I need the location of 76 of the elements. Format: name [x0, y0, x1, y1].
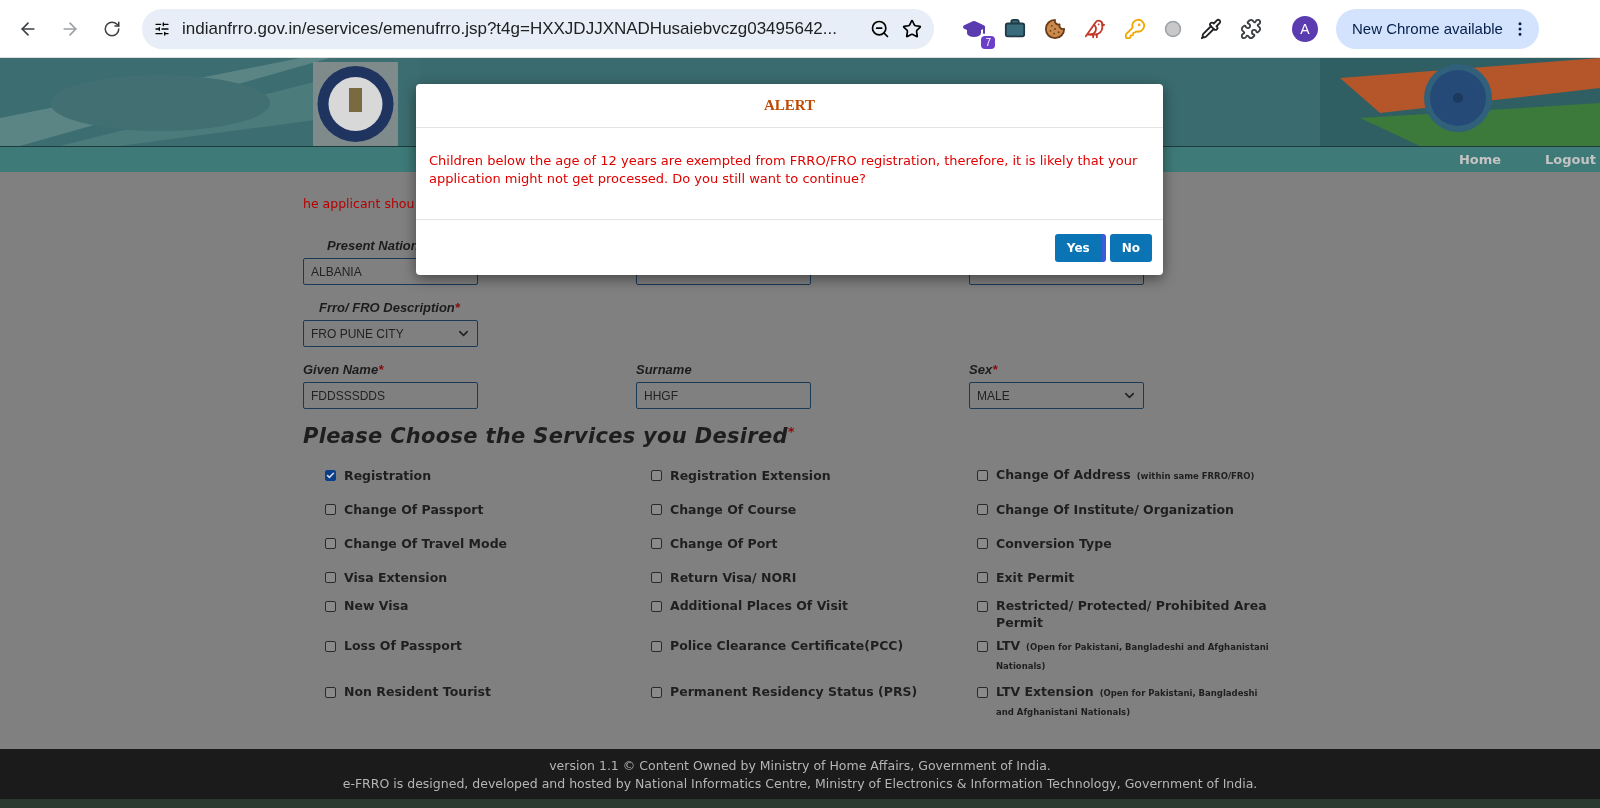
- checkbox[interactable]: [651, 503, 662, 515]
- select-field[interactable]: MALE: [969, 382, 1144, 409]
- checkbox[interactable]: [977, 687, 988, 698]
- dialog-button[interactable]: Yes: [1054, 233, 1106, 262]
- checkbox[interactable]: [651, 537, 662, 549]
- service-label[interactable]: Loss Of Passport: [344, 634, 463, 680]
- service-label[interactable]: Non Resident Tourist: [344, 680, 491, 726]
- checkbox[interactable]: [325, 687, 336, 698]
- cookie-icon[interactable]: [1044, 17, 1066, 40]
- checkbox[interactable]: [325, 469, 336, 481]
- checkbox[interactable]: [651, 571, 662, 583]
- field-label: Sex*: [969, 362, 999, 379]
- update-button[interactable]: New Chrome available: [1336, 8, 1539, 49]
- nav-link[interactable]: Home: [1458, 152, 1502, 167]
- footer-text: version 1.1 © Content Owned by Ministry of Home Affairs, Government of India.: [549, 757, 1051, 773]
- checkbox[interactable]: [977, 537, 988, 549]
- service-label[interactable]: LTV (Open for Pakistani, Bangladeshi and Afghanistani Nationals): [996, 634, 1277, 680]
- dialog-title: ALERT: [763, 97, 816, 114]
- service-label[interactable]: Registration: [344, 458, 432, 492]
- service-label[interactable]: Change Of Course: [670, 492, 797, 526]
- checkbox[interactable]: [325, 571, 336, 583]
- pipette-icon[interactable]: [1200, 17, 1222, 40]
- briefcase-icon[interactable]: [1004, 17, 1026, 40]
- service-label[interactable]: Additional Places Of Visit: [670, 594, 849, 634]
- notice-text: he applicant shou: [303, 196, 416, 212]
- puzzle-icon[interactable]: [1240, 17, 1262, 40]
- service-label[interactable]: Return Visa/ NORI: [670, 560, 797, 594]
- input-field[interactable]: HHGF: [636, 382, 811, 409]
- checkbox[interactable]: [651, 687, 662, 698]
- checkbox[interactable]: [325, 641, 336, 652]
- service-label[interactable]: Restricted/ Protected/ Prohibited Area Permit: [996, 594, 1277, 634]
- service-label[interactable]: Change Of Port: [670, 526, 778, 560]
- checkbox[interactable]: [325, 503, 336, 515]
- service-label[interactable]: Conversion Type: [996, 526, 1112, 560]
- site-settings-icon[interactable]: [154, 20, 170, 37]
- checkbox[interactable]: [325, 537, 336, 549]
- service-label[interactable]: Change Of Institute/ Organization: [996, 492, 1234, 526]
- service-label[interactable]: Police Clearance Certificate(PCC): [670, 634, 904, 680]
- checkbox[interactable]: [977, 601, 988, 612]
- checkbox[interactable]: [651, 601, 662, 612]
- checkbox[interactable]: [651, 469, 662, 481]
- extension-badge: 7: [981, 35, 995, 49]
- zoom-out-icon[interactable]: [870, 18, 890, 39]
- check-icon: [326, 470, 335, 480]
- checkbox[interactable]: [977, 503, 988, 515]
- input-field[interactable]: FDDSSSDDS: [303, 382, 478, 409]
- star-icon[interactable]: [902, 18, 922, 39]
- service-label[interactable]: Change Of Address (within same FRRO/FRO): [996, 458, 1255, 492]
- footer-text: e-FRRO is designed, developed and hosted by National Informatics Centre, Ministry of Electronics & Information Technology, Government of India.: [342, 775, 1258, 791]
- service-label[interactable]: Visa Extension: [344, 560, 448, 594]
- services-heading: Please Choose the Services you Desired*: [303, 424, 796, 448]
- checkbox[interactable]: [977, 571, 988, 583]
- service-label[interactable]: New Visa: [344, 594, 409, 634]
- checkbox[interactable]: [977, 469, 988, 481]
- service-label[interactable]: LTV Extension (Open for Pakistani, Bangladeshi and Afghanistani Nationals): [996, 680, 1277, 726]
- checkbox[interactable]: [651, 641, 662, 652]
- alert-message: Children below the age of 12 years are exempted from FRRO/FRO registration, therefore, it is likely that your application might not get processed. Do you still want to continue?: [429, 152, 1139, 188]
- bird-icon[interactable]: [1084, 17, 1106, 40]
- service-label[interactable]: Registration Extension: [670, 458, 831, 492]
- service-label[interactable]: Change Of Passport: [344, 492, 484, 526]
- field-label: Given Name*: [303, 362, 385, 379]
- reload-icon: [103, 19, 121, 38]
- checkbox[interactable]: [977, 641, 988, 652]
- service-label[interactable]: Change Of Travel Mode: [344, 526, 508, 560]
- select-field[interactable]: FRO PUNE CITY: [303, 320, 478, 347]
- field-label: Surname: [636, 362, 693, 379]
- service-label[interactable]: Exit Permit: [996, 560, 1075, 594]
- circle-icon[interactable]: [1164, 19, 1182, 38]
- field-label: Frro/ FRO Description*: [318, 300, 461, 317]
- service-label[interactable]: Permanent Residency Status (PRS): [670, 680, 918, 726]
- checkbox[interactable]: [325, 601, 336, 612]
- dialog-button[interactable]: No: [1109, 233, 1152, 262]
- url-text: indianfrro.gov.in/eservices/emenufrro.jsp?t4g=HXXJDJJXNADHusaiebvczg03495642...: [182, 18, 838, 39]
- profile-avatar[interactable]: A: [1292, 15, 1318, 42]
- nav-link[interactable]: Logout: [1545, 152, 1596, 167]
- address-bar[interactable]: indianfrro.gov.in/eservices/emenufrro.jsp?t4g=HXXJDJJXNADHusaiebvczg03495642...: [142, 8, 934, 49]
